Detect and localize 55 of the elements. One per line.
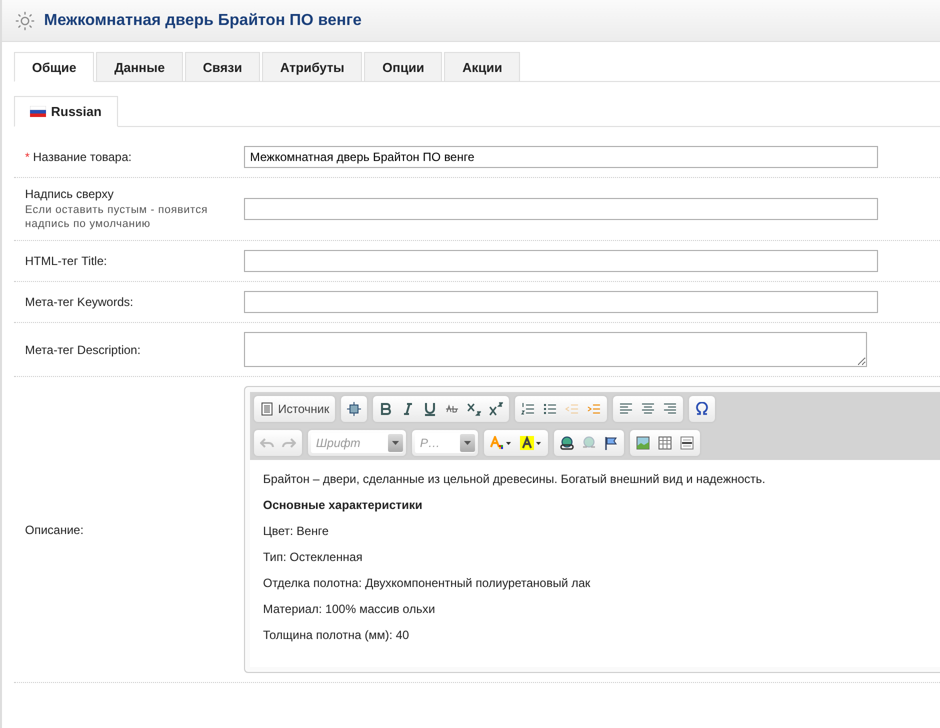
image-icon bbox=[636, 436, 650, 450]
flag-icon bbox=[604, 436, 618, 450]
field-hint: Если оставить пустым - появится надпись по умолчанию bbox=[25, 203, 209, 231]
caret-icon bbox=[464, 441, 471, 445]
align-right-icon bbox=[663, 402, 678, 416]
content-paragraph: Цвет: Венге bbox=[263, 524, 330, 538]
content-paragraph: Толщина полотна (мм): 40 bbox=[263, 628, 410, 642]
outdent-icon bbox=[565, 402, 580, 416]
omega-icon bbox=[695, 402, 710, 416]
content-paragraph: Тип: Остекленная bbox=[263, 550, 364, 564]
page-title: Межкомнатная дверь Брайтон ПО венге bbox=[44, 12, 362, 30]
field-label: Надпись сверху bbox=[25, 187, 115, 201]
tab[interactable]: Данные bbox=[96, 52, 183, 82]
tab[interactable]: Атрибуты bbox=[262, 52, 362, 82]
caret-icon bbox=[392, 441, 399, 445]
tab[interactable]: Общие bbox=[14, 52, 94, 82]
language-tab[interactable]: Russian bbox=[14, 96, 118, 127]
field-label: * Название товара: bbox=[25, 150, 133, 164]
content-paragraph: Материал: 100% массив ольхи bbox=[263, 602, 436, 616]
bold-icon bbox=[379, 402, 394, 416]
document-icon bbox=[260, 402, 274, 416]
maximize-icon bbox=[347, 402, 362, 416]
bulleted-list-icon bbox=[543, 402, 558, 416]
align-center-icon bbox=[641, 402, 656, 416]
table-icon bbox=[658, 436, 672, 450]
text-color-icon bbox=[490, 436, 512, 450]
redo-icon bbox=[282, 436, 296, 450]
gear-icon bbox=[14, 10, 36, 32]
field-label: Мета-тег Keywords: bbox=[25, 295, 134, 309]
text-field[interactable] bbox=[244, 291, 878, 313]
underline-icon bbox=[423, 402, 438, 416]
field-label: Описание: bbox=[25, 522, 85, 536]
align-left-icon bbox=[619, 402, 634, 416]
undo-icon bbox=[260, 436, 274, 450]
field-label: HTML-тег Title: bbox=[25, 254, 108, 268]
content-heading: Основные характеристики bbox=[263, 498, 424, 512]
text-field[interactable] bbox=[244, 250, 878, 272]
tab[interactable]: Акции bbox=[444, 52, 520, 82]
flag-icon bbox=[30, 106, 46, 117]
tab[interactable]: Связи bbox=[184, 52, 260, 82]
text-field[interactable] bbox=[244, 198, 878, 220]
content-paragraph: Брайтон – двери, сделанные из цельной древесины. Богатый внешний вид и надежность. bbox=[263, 472, 766, 486]
text-field[interactable]: Межкомнатная дверь Брайтон ПО венге bbox=[244, 146, 878, 168]
subscript-icon bbox=[467, 402, 482, 416]
superscript-icon bbox=[489, 402, 504, 416]
editor-content[interactable] bbox=[250, 460, 940, 667]
indent-icon bbox=[587, 402, 602, 416]
tab[interactable]: Опции bbox=[364, 52, 442, 82]
globe-unlink-icon bbox=[582, 436, 596, 450]
numbered-list-icon bbox=[521, 402, 536, 416]
highlight-icon bbox=[520, 436, 542, 450]
globe-link-icon bbox=[560, 436, 574, 450]
source-button[interactable]: Источник bbox=[257, 398, 332, 420]
field-label: Мета-тег Description: bbox=[25, 342, 142, 356]
content-paragraph: Отделка полотна: Двухкомпонентный полиуретановый лак bbox=[263, 576, 592, 590]
